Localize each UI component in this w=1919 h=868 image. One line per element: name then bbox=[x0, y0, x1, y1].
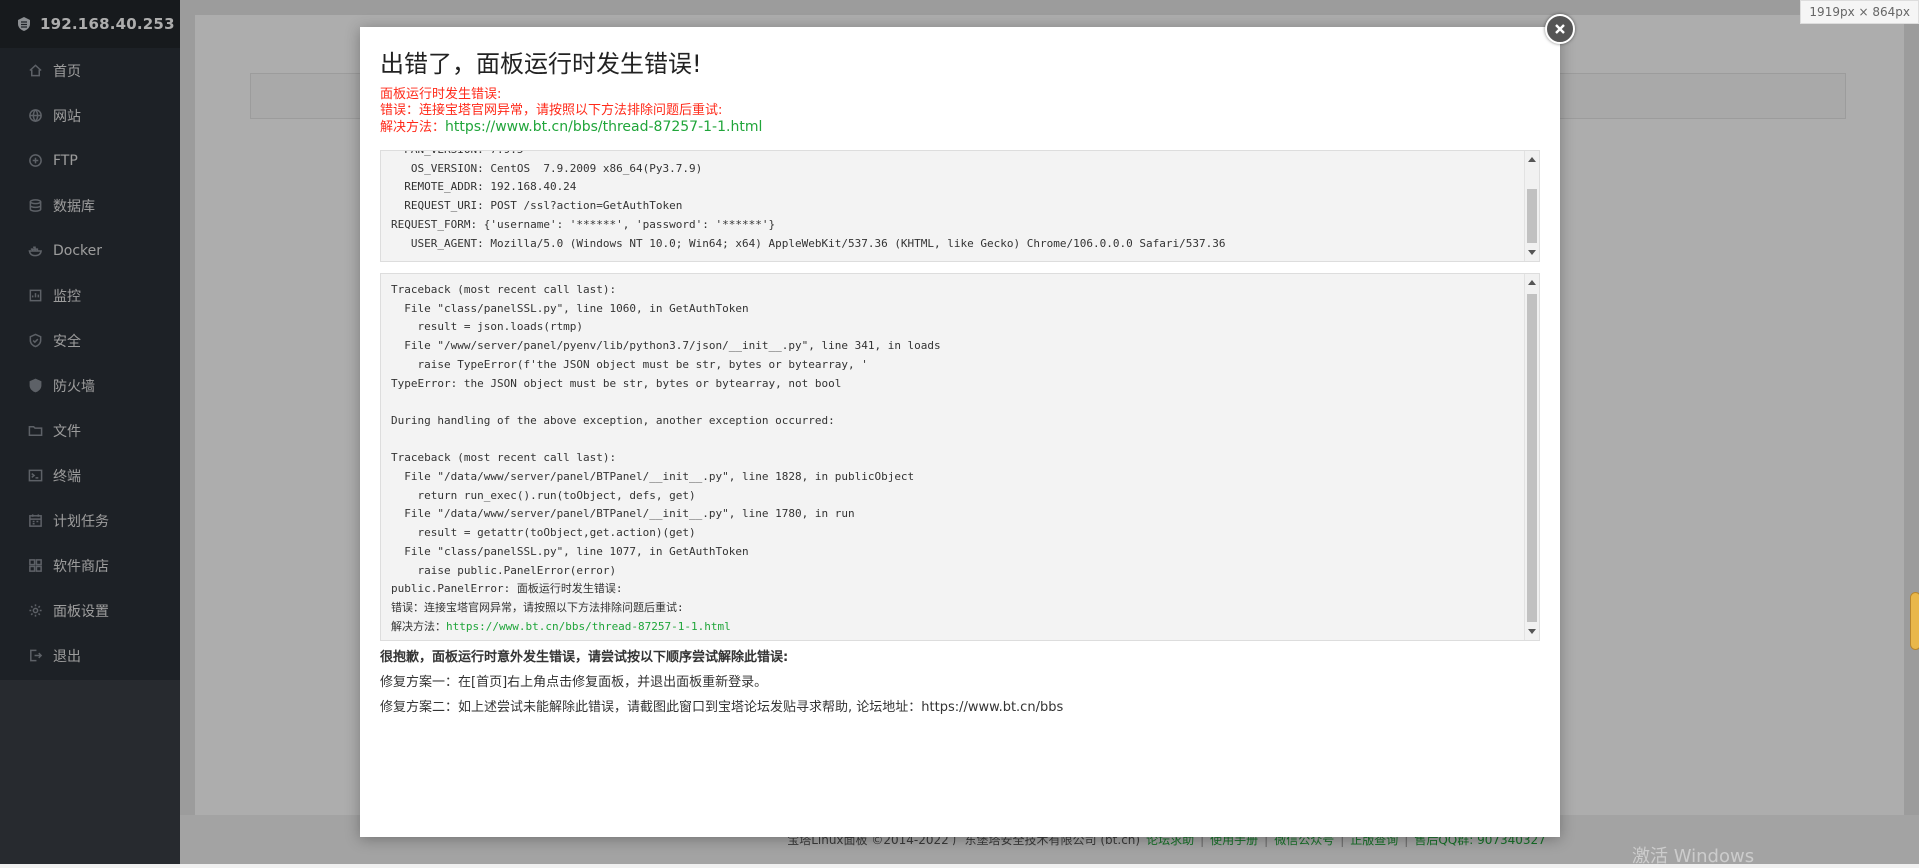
scroll-thumb[interactable] bbox=[1527, 294, 1537, 622]
scroll-thumb[interactable] bbox=[1527, 189, 1537, 243]
tip-2: 修复方案二：如上述尝试未能解除此错误，请截图此窗口到宝塔论坛发贴寻求帮助, 论坛… bbox=[380, 700, 1064, 715]
traceback-text: Traceback (most recent call last): File … bbox=[381, 274, 1539, 638]
windows-watermark: 激活 Windows bbox=[1632, 846, 1755, 867]
tips-title: 很抱歉，面板运行时意外发生错误，请尝试按以下顺序尝试解除此错误: bbox=[380, 650, 789, 665]
solution-link[interactable]: https://www.bt.cn/bbs/thread-87257-1-1.h… bbox=[445, 119, 762, 135]
request-info-text: PAN_VERSION: 7.9.5 OS_VERSION: CentOS 7.… bbox=[391, 151, 1226, 250]
traceback-solution-link[interactable]: https://www.bt.cn/bbs/thread-87257-1-1.h… bbox=[446, 620, 731, 633]
request-info-scrollbar[interactable] bbox=[1524, 151, 1539, 261]
traceback-body: Traceback (most recent call last): File … bbox=[391, 283, 941, 614]
traceback-solution-label: 解决方法： bbox=[391, 619, 446, 633]
page-scrollbar-thumb[interactable] bbox=[1910, 592, 1919, 650]
scroll-up-arrow[interactable] bbox=[1528, 157, 1536, 162]
error-line-2: 错误：连接宝塔官网异常，请按照以下方法排除问题后重试: bbox=[380, 103, 723, 118]
close-button[interactable] bbox=[1545, 14, 1575, 44]
scroll-down-arrow[interactable] bbox=[1528, 250, 1536, 255]
size-tag: 1919px × 864px bbox=[1800, 0, 1919, 24]
repair-tips: 很抱歉，面板运行时意外发生错误，请尝试按以下顺序尝试解除此错误: 修复方案一：在… bbox=[380, 645, 1063, 720]
error-dialog: 出错了，面板运行时发生错误! 面板运行时发生错误: 错误：连接宝塔官网异常，请按… bbox=[360, 27, 1560, 837]
error-line-1: 面板运行时发生错误: bbox=[380, 87, 502, 102]
tip-1: 修复方案一：在[首页]右上角点击修复面板，并退出面板重新登录。 bbox=[380, 675, 768, 690]
close-icon bbox=[1555, 24, 1565, 34]
solution-label: 解决方法： bbox=[380, 120, 446, 135]
traceback-box[interactable]: Traceback (most recent call last): File … bbox=[380, 273, 1540, 641]
scroll-up-arrow[interactable] bbox=[1528, 280, 1536, 285]
error-summary: 面板运行时发生错误: 错误：连接宝塔官网异常，请按照以下方法排除问题后重试: 解… bbox=[380, 87, 762, 136]
traceback-scrollbar[interactable] bbox=[1524, 274, 1539, 640]
request-info-box[interactable]: PAN_VERSION: 7.9.5 OS_VERSION: CentOS 7.… bbox=[380, 150, 1540, 262]
error-line-3: 解决方法：https://www.bt.cn/bbs/thread-87257-… bbox=[380, 119, 762, 136]
scroll-down-arrow[interactable] bbox=[1528, 629, 1536, 634]
dialog-title: 出错了，面板运行时发生错误! bbox=[380, 50, 702, 78]
